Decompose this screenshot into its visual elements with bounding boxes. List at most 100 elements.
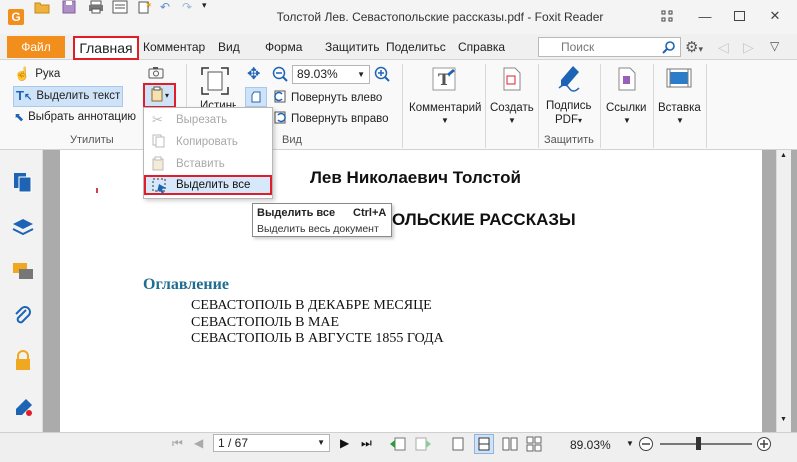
ribbon-separator <box>485 64 486 148</box>
comment-button[interactable]: T Комментарий ▼ <box>407 66 483 128</box>
previous-page-icon[interactable]: ◀ <box>194 436 203 450</box>
rotate-right-icon <box>273 110 287 127</box>
open-folder-icon[interactable] <box>34 0 50 17</box>
vertical-scrollbar[interactable]: ▲ ▼ <box>776 150 791 432</box>
pan-move-icon[interactable]: ✥ <box>247 64 260 84</box>
status-zoom-value[interactable]: 89.03% <box>570 438 611 452</box>
menu-item-paste[interactable]: Вставить <box>146 154 270 174</box>
menu-home[interactable]: Главная <box>73 36 139 60</box>
menu-share[interactable]: Поделиться <box>386 40 446 54</box>
page-number-field[interactable]: 1 / 67 ▼ <box>213 434 330 452</box>
rotate-left-button[interactable]: Повернуть влево <box>273 89 382 106</box>
pages-thumbnails-icon[interactable] <box>13 172 33 197</box>
zoom-slider-track[interactable] <box>660 443 752 445</box>
next-view-icon[interactable] <box>414 436 432 455</box>
attachments-paperclip-icon[interactable] <box>14 306 32 331</box>
maximize-button[interactable] <box>724 6 754 26</box>
create-button[interactable]: Создать ▼ <box>488 66 536 128</box>
forward-arrow-icon[interactable]: ▷ <box>743 39 754 56</box>
svg-text:T: T <box>438 70 450 89</box>
rotate-right-button[interactable]: Повернуть вправо <box>273 110 389 127</box>
fit-page-icon[interactable] <box>245 87 267 107</box>
group-label-protect: Защитить <box>544 134 594 146</box>
security-lock-icon[interactable] <box>14 350 32 375</box>
snapshot-camera-icon[interactable] <box>148 66 164 82</box>
app-logo-icon: G <box>8 9 24 25</box>
select-annotation-label: Выбрать аннотацию <box>28 111 136 123</box>
menu-protect[interactable]: Защитить <box>325 40 379 54</box>
typewriter-icon: T <box>431 66 457 95</box>
menu-item-copy[interactable]: Копировать <box>146 132 270 152</box>
pen-sign-icon <box>557 64 583 95</box>
link-doc-icon <box>615 66 639 95</box>
paste-label: Вставить <box>176 158 225 170</box>
save-icon[interactable] <box>62 0 76 17</box>
menu-form[interactable]: Форма <box>265 40 302 54</box>
menu-item-select-all[interactable]: Выделить все <box>144 175 272 195</box>
continuous-view-icon[interactable] <box>474 434 494 454</box>
zoom-in-icon[interactable] <box>374 66 390 85</box>
print-icon[interactable] <box>88 0 104 17</box>
zoom-slider-thumb[interactable] <box>696 437 701 450</box>
sign-pdf-button[interactable]: Подпись PDF▾ <box>541 64 598 130</box>
menu-item-cut[interactable]: ✂ Вырезать <box>146 110 270 130</box>
minimize-button[interactable]: — <box>690 6 720 26</box>
paste-icon <box>152 156 166 174</box>
quick-access-dropdown-icon[interactable]: ▾ <box>202 0 207 11</box>
undo-icon[interactable]: ↶ <box>160 0 170 14</box>
create-dropdown-arrow-icon: ▼ <box>508 116 516 125</box>
insert-button[interactable]: Вставка ▼ <box>656 66 704 128</box>
last-page-icon[interactable]: ⏭ <box>361 436 372 451</box>
search-input[interactable] <box>561 38 661 56</box>
toc-entry[interactable]: СЕВАСТОПОЛЬ В ДЕКАБРЕ МЕСЯЦЕ <box>191 298 432 314</box>
scissors-icon: ✂ <box>152 112 163 127</box>
next-page-icon[interactable]: ▶ <box>340 436 349 450</box>
close-button[interactable]: ✕ <box>760 6 790 26</box>
menu-view[interactable]: Вид <box>218 40 240 54</box>
layers-icon[interactable] <box>12 218 34 239</box>
search-icon[interactable] <box>662 40 676 57</box>
menu-comment[interactable]: Комментар <box>143 40 205 54</box>
scroll-down-arrow-icon[interactable]: ▼ <box>780 416 787 423</box>
hand-tool-button[interactable]: ☝ Рука <box>14 65 60 83</box>
toc-entry[interactable]: СЕВАСТОПОЛЬ В АВГУСТЕ 1855 ГОДА <box>191 331 444 347</box>
document-title: ОЛЬСКИЕ РАССКАЗЫ <box>392 210 576 229</box>
actual-size-button[interactable]: Истинный <box>194 64 242 112</box>
ribbon-separator <box>653 64 654 148</box>
status-zoom-dropdown-arrow-icon[interactable]: ▼ <box>626 439 634 448</box>
create-label: Создать <box>490 102 534 114</box>
tooltip: Выделить все Ctrl+A Выделить весь докуме… <box>252 203 392 237</box>
group-label-tools: Утилиты <box>70 134 114 146</box>
status-zoom-in-icon[interactable] <box>756 436 772 455</box>
tooltip-shortcut: Ctrl+A <box>353 207 387 219</box>
settings-gear-icon[interactable]: ⚙▾ <box>685 38 703 56</box>
signatures-pen-icon[interactable] <box>14 398 34 421</box>
redo-icon[interactable]: ↷ <box>182 0 192 14</box>
clipboard-dropdown-button[interactable]: ▾ <box>143 83 176 108</box>
first-page-icon[interactable]: ⏮ <box>172 436 183 451</box>
menu-help[interactable]: Справка <box>458 40 505 54</box>
menu-file[interactable]: Файл <box>7 36 65 58</box>
ribbon-toggle-icon[interactable] <box>652 6 682 26</box>
facing-view-icon[interactable] <box>502 437 518 454</box>
collapse-ribbon-icon[interactable]: ▽ <box>770 39 779 53</box>
previous-view-icon[interactable] <box>389 436 407 455</box>
zoom-combo[interactable]: 89.03% ▼ <box>292 65 370 84</box>
clipboard-dropdown-menu: ✂ Вырезать Копировать Вставить Выделить … <box>143 107 273 199</box>
links-button[interactable]: Ссылки ▼ <box>603 66 651 128</box>
back-arrow-icon[interactable]: ◁ <box>718 39 729 56</box>
toc-entry[interactable]: СЕВАСТОПОЛЬ В МАЕ <box>191 315 339 331</box>
new-icon[interactable]: ✶ <box>136 0 153 17</box>
comments-panel-icon[interactable] <box>12 262 34 285</box>
continuous-facing-view-icon[interactable] <box>526 436 542 455</box>
single-page-view-icon[interactable] <box>452 437 464 454</box>
scroll-up-arrow-icon[interactable]: ▲ <box>780 152 787 159</box>
properties-icon[interactable] <box>112 0 128 17</box>
select-all-icon <box>152 178 168 197</box>
zoom-out-icon[interactable] <box>272 66 288 85</box>
zoom-dropdown-arrow-icon: ▼ <box>357 70 365 79</box>
rotate-left-label: Повернуть влево <box>291 91 383 104</box>
select-annotation-button[interactable]: ⬉ Выбрать аннотацию <box>14 110 136 124</box>
links-dropdown-arrow-icon: ▼ <box>623 116 631 125</box>
status-zoom-out-icon[interactable] <box>638 436 654 455</box>
